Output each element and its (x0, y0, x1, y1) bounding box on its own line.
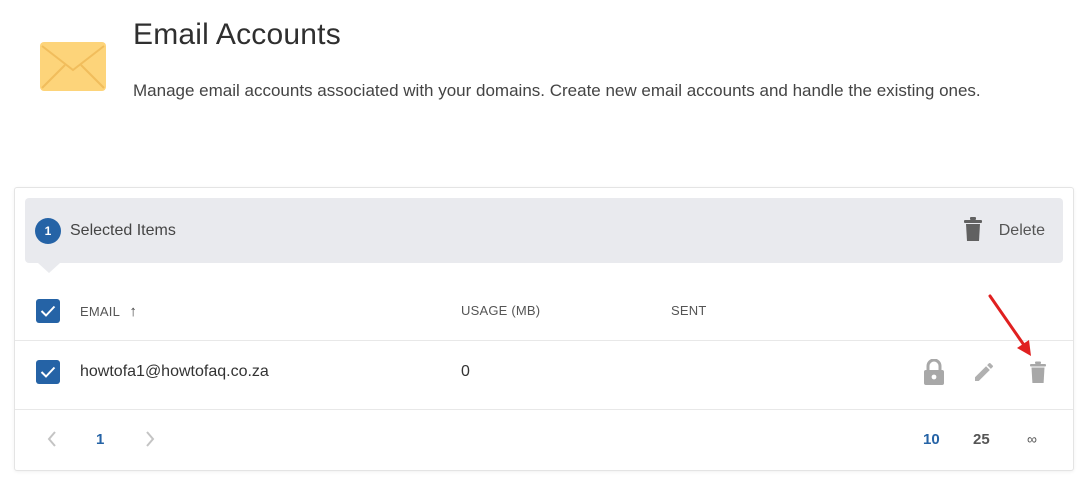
row-checkbox[interactable] (36, 360, 60, 384)
selected-items-label: Selected Items (70, 222, 176, 239)
envelope-icon (40, 42, 106, 91)
lock-icon[interactable] (921, 358, 947, 386)
bulk-delete-button[interactable]: Delete (963, 216, 1045, 246)
usage-cell: 0 (461, 363, 470, 380)
chevron-left-icon[interactable] (43, 430, 61, 448)
per-page-10[interactable]: 10 (923, 431, 940, 448)
row-divider (15, 409, 1073, 410)
per-page-25[interactable]: 25 (973, 431, 990, 448)
selected-count-badge: 1 (35, 218, 61, 244)
page-number[interactable]: 1 (96, 431, 104, 448)
page-title: Email Accounts (133, 18, 341, 51)
column-header-email[interactable]: EMAIL ↑ (80, 303, 137, 320)
email-accounts-card: 1 Selected Items Delete EMAIL ↑ USAGE (M… (14, 187, 1074, 471)
trash-icon (963, 216, 983, 246)
sort-ascending-icon: ↑ (129, 303, 138, 320)
delete-label: Delete (998, 222, 1045, 239)
per-page-all[interactable]: ∞ (1027, 431, 1037, 447)
trash-icon[interactable] (1025, 358, 1051, 386)
selection-bar: 1 Selected Items Delete (25, 198, 1063, 273)
email-cell[interactable]: howtofa1@howtofaq.co.za (80, 363, 269, 381)
checkmark-icon (40, 366, 56, 378)
annotation-arrow (988, 294, 1031, 356)
chevron-right-icon[interactable] (141, 430, 159, 448)
select-all-checkbox[interactable] (36, 299, 60, 323)
header-divider (15, 340, 1073, 341)
column-header-sent[interactable]: SENT (671, 303, 706, 318)
column-header-usage[interactable]: USAGE (MB) (461, 303, 540, 318)
checkmark-icon (40, 305, 56, 317)
page-description: Manage email accounts associated with yo… (133, 81, 981, 100)
edit-pencil-icon[interactable] (970, 358, 998, 386)
